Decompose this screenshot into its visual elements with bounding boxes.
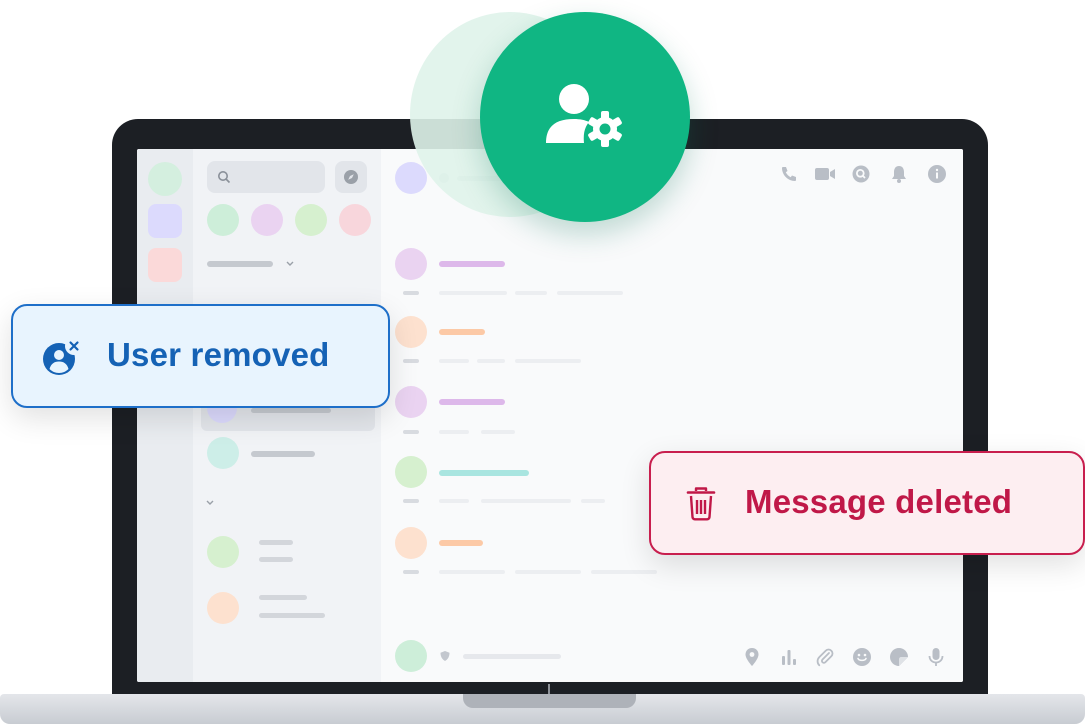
message-author <box>439 470 529 476</box>
message-text <box>403 499 419 503</box>
message-input[interactable] <box>463 654 561 659</box>
dm-avatar[interactable] <box>207 592 239 624</box>
message-text <box>403 291 419 295</box>
app-screen <box>137 149 963 682</box>
laptop-notch <box>463 694 636 708</box>
channel-name <box>251 408 331 413</box>
chevron-down-icon[interactable] <box>285 260 295 268</box>
message-avatar <box>395 456 427 488</box>
phone-icon[interactable] <box>779 164 799 184</box>
dm-preview <box>259 613 325 618</box>
message-text <box>403 359 419 363</box>
message-author <box>439 399 505 405</box>
message-text <box>439 359 469 363</box>
message-text <box>481 430 515 434</box>
emoji-icon[interactable] <box>852 647 872 667</box>
message-text <box>403 570 419 574</box>
chevron-down-icon[interactable] <box>205 499 215 507</box>
message-text <box>439 291 507 295</box>
dm-name <box>259 595 307 600</box>
chat-header-avatar[interactable] <box>395 162 427 194</box>
message-author <box>439 261 505 267</box>
section-header[interactable] <box>207 261 273 267</box>
explore-button[interactable] <box>335 161 367 193</box>
user-settings-icon <box>546 84 622 147</box>
message-text <box>515 291 547 295</box>
story-avatar[interactable] <box>251 204 283 236</box>
info-icon[interactable] <box>927 164 947 184</box>
user-removed-icon <box>43 337 83 375</box>
message-deleted-label: Message deleted <box>745 483 1013 520</box>
message-text <box>557 291 623 295</box>
workspace-rail <box>137 149 193 682</box>
channel-sidebar <box>193 149 381 682</box>
microphone-icon[interactable] <box>927 647 945 667</box>
message-avatar <box>395 386 427 418</box>
user-removed-notification: User removed <box>11 304 390 408</box>
search-icon <box>218 171 231 184</box>
story-avatar[interactable] <box>339 204 371 236</box>
search-icon[interactable] <box>851 164 871 184</box>
search-input[interactable] <box>207 161 325 193</box>
chat-area <box>381 149 963 682</box>
user-removed-label: User removed <box>107 336 330 373</box>
dm-name <box>259 540 293 545</box>
message-text <box>515 359 581 363</box>
message-avatar <box>395 527 427 559</box>
message-avatar <box>395 316 427 348</box>
message-text <box>591 570 657 574</box>
message-author <box>439 329 485 335</box>
attachment-icon[interactable] <box>815 647 835 667</box>
sticker-icon[interactable] <box>889 647 909 667</box>
composer-avatar <box>395 640 427 672</box>
channel-avatar[interactable] <box>207 437 239 469</box>
channel-name <box>251 451 315 457</box>
user-settings-badge <box>480 12 690 222</box>
workspace-avatar[interactable] <box>148 162 182 196</box>
story-avatar[interactable] <box>295 204 327 236</box>
message-text <box>439 570 505 574</box>
message-avatar <box>395 248 427 280</box>
message-text <box>403 430 419 434</box>
message-text <box>581 499 605 503</box>
compass-icon <box>344 170 358 184</box>
story-avatar[interactable] <box>207 204 239 236</box>
message-deleted-notification: Message deleted <box>649 451 1085 555</box>
dm-preview <box>259 557 293 562</box>
message-text <box>477 359 505 363</box>
message-text <box>439 499 469 503</box>
shield-icon <box>440 651 450 661</box>
workspace-avatar[interactable] <box>148 204 182 238</box>
bell-icon[interactable] <box>889 164 909 184</box>
workspace-avatar[interactable] <box>148 248 182 282</box>
poll-icon[interactable] <box>779 647 799 667</box>
trash-icon <box>686 487 716 521</box>
location-icon[interactable] <box>743 647 761 667</box>
message-text <box>439 430 469 434</box>
message-text <box>481 499 571 503</box>
video-icon[interactable] <box>813 164 837 184</box>
message-author <box>439 540 483 546</box>
message-text <box>515 570 581 574</box>
dm-avatar[interactable] <box>207 536 239 568</box>
